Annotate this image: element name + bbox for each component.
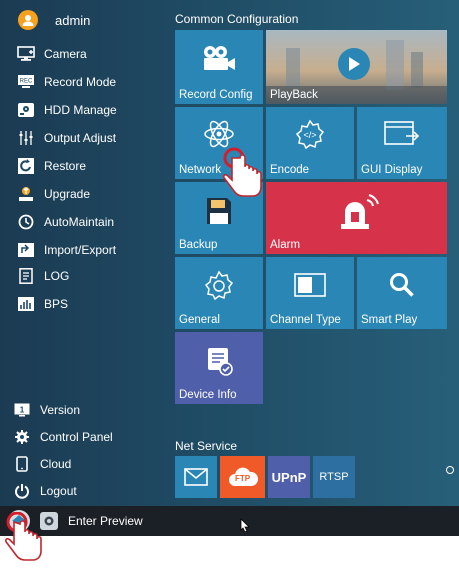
svg-text:REC: REC bbox=[20, 79, 33, 85]
record-mode-icon: REC bbox=[17, 73, 35, 91]
tile-alarm[interactable]: Alarm bbox=[266, 182, 447, 254]
sidebar-item-automaintain[interactable]: AutoMaintain bbox=[0, 208, 170, 236]
pointer-hand-home-icon bbox=[4, 511, 48, 571]
tile-gui-display[interactable]: GUI Display bbox=[357, 107, 447, 179]
ftp-cloud-icon: FTP bbox=[228, 466, 258, 488]
net-service-title: Net Service bbox=[175, 439, 238, 453]
camera-icon bbox=[17, 45, 35, 63]
video-camera-icon bbox=[175, 44, 263, 72]
alarm-siren-icon bbox=[266, 192, 447, 230]
mouse-cursor-icon bbox=[240, 518, 250, 532]
taskbar: Enter Preview bbox=[0, 506, 459, 536]
tile-label: Encode bbox=[270, 164, 310, 176]
sidebar-item-label: BPS bbox=[44, 297, 69, 311]
search-icon bbox=[357, 271, 447, 299]
automaintain-icon bbox=[17, 213, 35, 231]
sidebar-item-label: Restore bbox=[44, 159, 87, 173]
sidebar-item-label: Upgrade bbox=[44, 187, 91, 201]
ftp-label: FTP bbox=[234, 474, 251, 483]
bps-icon bbox=[17, 295, 35, 313]
tile-device-info[interactable]: Device Info bbox=[175, 332, 263, 404]
mail-icon bbox=[184, 468, 208, 486]
sidebar-item-cloud[interactable]: Cloud bbox=[0, 450, 160, 478]
import-export-icon bbox=[17, 241, 35, 259]
play-icon bbox=[338, 48, 370, 80]
sidebar-item-label: Output Adjust bbox=[44, 131, 117, 145]
version-icon: 1 bbox=[13, 401, 31, 419]
phone-icon bbox=[13, 455, 31, 473]
upgrade-icon bbox=[17, 185, 35, 203]
sidebar-item-label: Version bbox=[40, 403, 81, 417]
common-config-title: Common Configuration bbox=[175, 12, 299, 26]
sidebar-item-upgrade[interactable]: Upgrade bbox=[0, 180, 170, 208]
tile-label: Backup bbox=[179, 239, 218, 251]
sidebar-item-label: Camera bbox=[44, 47, 87, 61]
encode-gear-icon: </> bbox=[266, 119, 354, 149]
tile-channel-type[interactable]: Channel Type bbox=[266, 257, 354, 329]
sidebar-item-label: Logout bbox=[40, 484, 77, 498]
tile-label: GUI Display bbox=[361, 164, 423, 176]
sidebar-item-label: HDD Manage bbox=[44, 103, 117, 117]
sidebar-item-label: AutoMaintain bbox=[44, 215, 115, 229]
log-icon bbox=[17, 267, 35, 285]
tile-label: General bbox=[179, 314, 220, 326]
sidebar-item-version[interactable]: 1 Version bbox=[0, 396, 160, 424]
sidebar-item-output-adjust[interactable]: Output Adjust bbox=[0, 124, 170, 152]
svg-text:1: 1 bbox=[20, 406, 25, 415]
channel-type-icon bbox=[266, 273, 354, 297]
tile-label: PlayBack bbox=[270, 89, 318, 101]
sliders-icon bbox=[17, 129, 35, 147]
pointer-hand-icon bbox=[222, 142, 268, 203]
sidebar-item-log[interactable]: LOG bbox=[0, 262, 170, 290]
enter-preview-button[interactable]: Enter Preview bbox=[68, 514, 143, 528]
sidebar-item-record-mode[interactable]: REC Record Mode bbox=[0, 68, 170, 96]
rtsp-label: RTSP bbox=[319, 471, 349, 483]
sidebar-item-label: Cloud bbox=[40, 457, 72, 471]
upnp-label: UPnP bbox=[271, 469, 307, 485]
user-name: admin bbox=[55, 13, 91, 28]
tile-label: Smart Play bbox=[361, 314, 418, 326]
tile-record-config[interactable]: Record Config bbox=[175, 30, 263, 104]
monitor-icon bbox=[357, 121, 447, 149]
sidebar-item-bps[interactable]: BPS bbox=[0, 290, 170, 318]
net-service-email[interactable] bbox=[175, 456, 217, 498]
sidebar-item-label: Import/Export bbox=[44, 243, 117, 257]
tile-general[interactable]: General bbox=[175, 257, 263, 329]
net-service-ftp[interactable]: FTP bbox=[220, 456, 265, 498]
tile-label: Channel Type bbox=[270, 314, 341, 326]
general-gear-icon bbox=[175, 269, 263, 301]
sidebar-item-label: Record Mode bbox=[44, 75, 117, 89]
net-service-rtsp[interactable]: RTSP bbox=[313, 456, 355, 498]
svg-text:</>: </> bbox=[303, 130, 316, 140]
gear-icon bbox=[13, 428, 31, 446]
sidebar-item-camera[interactable]: Camera bbox=[0, 40, 170, 68]
pager-dot[interactable] bbox=[446, 466, 454, 474]
tile-label: Alarm bbox=[270, 239, 301, 251]
sidebar-item-label: LOG bbox=[44, 269, 70, 283]
restore-icon bbox=[17, 157, 35, 175]
dvr-main-menu: admin Camera REC Record Mode HDD Manage … bbox=[0, 0, 459, 566]
sidebar-item-import-export[interactable]: Import/Export bbox=[0, 236, 170, 264]
tile-playback[interactable]: PlayBack bbox=[266, 30, 447, 104]
hdd-icon bbox=[17, 101, 35, 119]
sidebar-item-restore[interactable]: Restore bbox=[0, 152, 170, 180]
device-info-icon bbox=[175, 346, 263, 376]
user-avatar-icon bbox=[18, 10, 38, 30]
tile-smart-play[interactable]: Smart Play bbox=[357, 257, 447, 329]
menu-panel: admin Camera REC Record Mode HDD Manage … bbox=[0, 0, 459, 506]
tile-encode[interactable]: </> Encode bbox=[266, 107, 354, 179]
tile-label: Record Config bbox=[179, 89, 253, 101]
power-icon bbox=[13, 482, 31, 500]
sidebar-item-control-panel[interactable]: Control Panel bbox=[0, 423, 160, 451]
tile-label: Device Info bbox=[179, 389, 237, 401]
sidebar-item-logout[interactable]: Logout bbox=[0, 477, 160, 505]
sidebar-item-hdd-manage[interactable]: HDD Manage bbox=[0, 96, 170, 124]
sidebar-item-label: Control Panel bbox=[40, 430, 113, 444]
net-service-upnp[interactable]: UPnP bbox=[268, 456, 310, 498]
